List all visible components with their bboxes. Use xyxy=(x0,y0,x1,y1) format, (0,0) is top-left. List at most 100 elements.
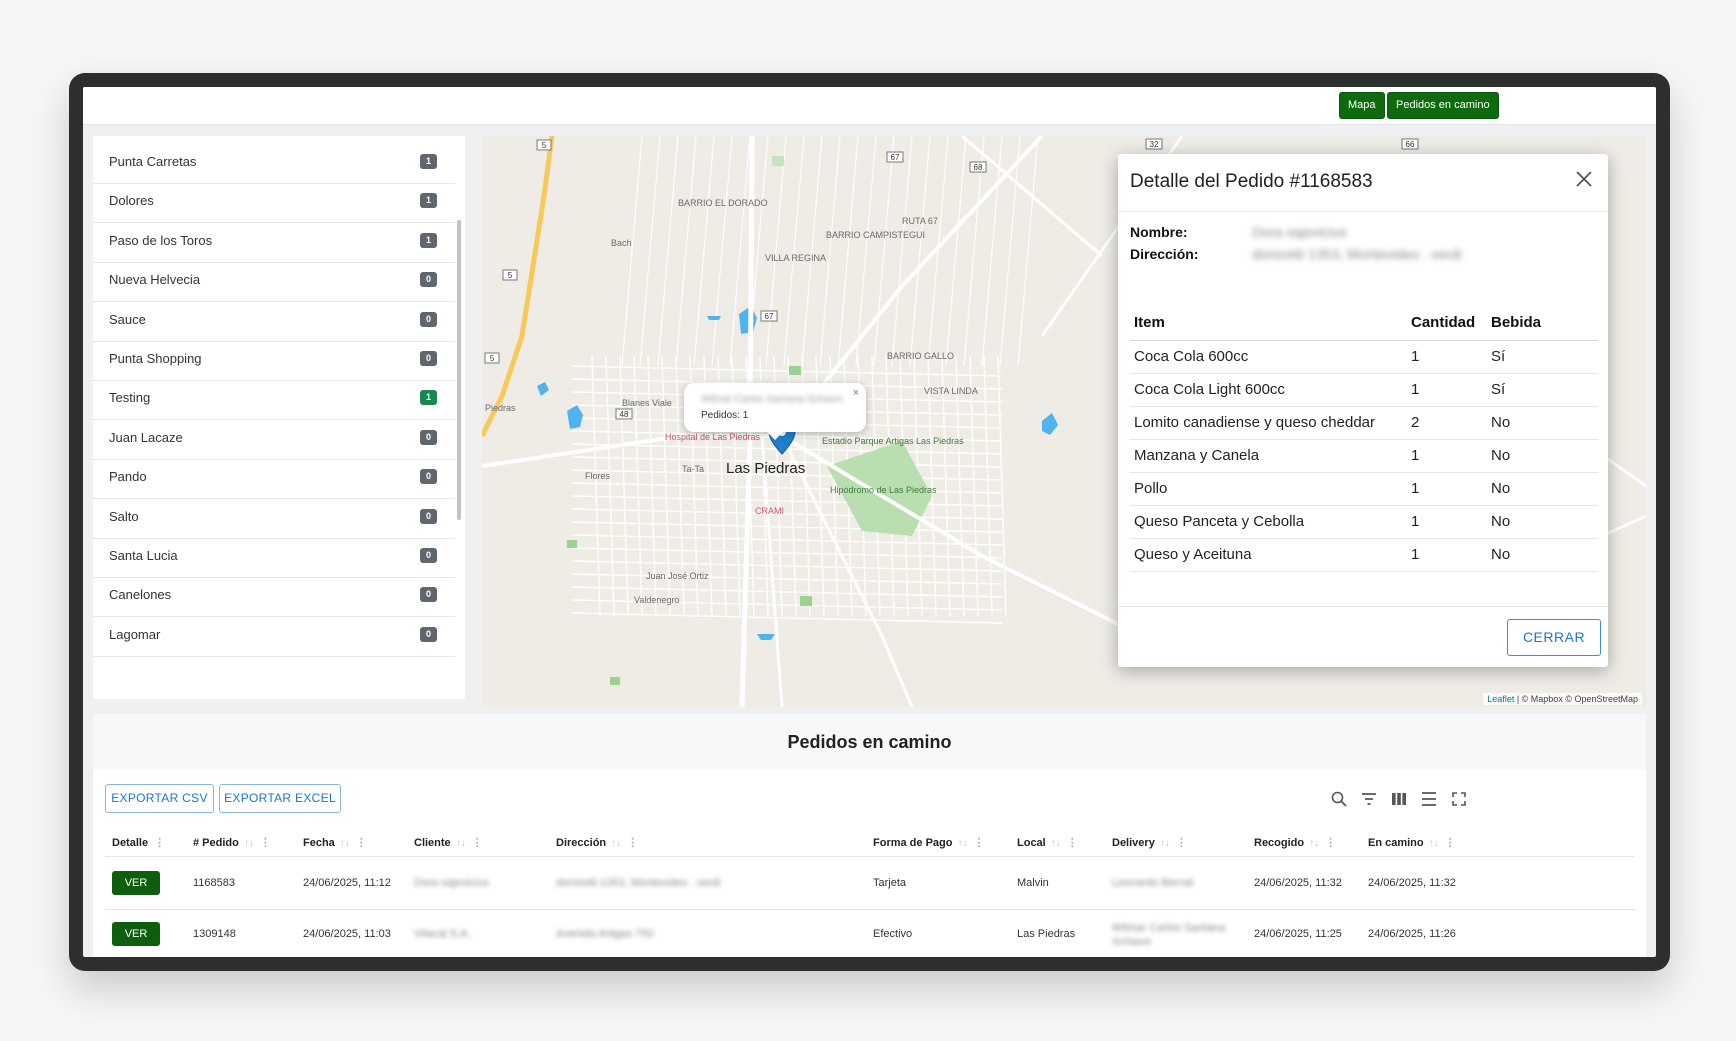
sort-icon[interactable]: ↑↓ xyxy=(456,838,466,849)
nombre-label: Nombre: xyxy=(1130,224,1188,240)
search-icon[interactable] xyxy=(1330,790,1348,808)
cell-local: Las Piedras xyxy=(1017,928,1076,940)
order-count-badge: 0 xyxy=(420,351,437,366)
nombre-value: Dora sajevicius xyxy=(1252,224,1347,240)
map-label-valdenegro: Valdenegro xyxy=(634,595,680,605)
column-header[interactable]: Local ↑↓ ⋮ xyxy=(1017,836,1078,849)
column-menu-icon[interactable]: ⋮ xyxy=(1445,837,1456,849)
column-header[interactable]: En camino ↑↓ ⋮ xyxy=(1368,836,1456,849)
popup-tip xyxy=(766,431,784,440)
local-list-sidebar[interactable]: Punta Carretas 1 Dolores 1 Paso de los Tor… xyxy=(93,136,465,699)
popup-close-icon[interactable]: × xyxy=(853,387,859,399)
ver-button[interactable]: VER xyxy=(112,871,160,895)
sidebar-scrollbar[interactable] xyxy=(457,220,461,520)
cell-pedido: 1168583 xyxy=(193,877,236,889)
route-shield: 5 xyxy=(542,141,547,150)
order-item-row: Coca Cola 600cc 1 Sí xyxy=(1130,340,1598,374)
sidebar-item[interactable]: Paso de los Toros 1 xyxy=(93,219,455,263)
sidebar-item-label: Salto xyxy=(109,508,139,524)
map-label-blanes-viale: Blanes Viale xyxy=(622,398,672,408)
column-header-label: # Pedido xyxy=(193,837,239,849)
sidebar-item[interactable]: Sauce 0 xyxy=(93,298,455,342)
cell-cliente: Dora sajevicius xyxy=(414,877,489,889)
col-item: Item xyxy=(1130,306,1407,341)
cell-recogido: 24/06/2025, 11:25 xyxy=(1254,928,1342,940)
column-menu-icon[interactable]: ⋮ xyxy=(356,837,367,849)
column-header-label: Detalle xyxy=(112,837,149,849)
column-header[interactable]: Forma de Pago ↑↓ ⋮ xyxy=(873,836,984,849)
columns-icon[interactable] xyxy=(1390,790,1408,808)
sidebar-item[interactable]: Canelones 0 xyxy=(93,573,455,618)
sidebar-item[interactable]: Lagomar 0 xyxy=(93,613,455,657)
sort-icon[interactable]: ↑↓ xyxy=(957,838,967,849)
column-menu-icon[interactable]: ⋮ xyxy=(1176,837,1187,849)
cerrar-button[interactable]: CERRAR xyxy=(1507,619,1601,656)
mapa-button[interactable]: Mapa xyxy=(1339,92,1385,119)
filter-icon[interactable] xyxy=(1360,790,1378,808)
sidebar-item-label: Canelones xyxy=(109,587,172,603)
sidebar-item-label: Juan Lacaze xyxy=(109,429,183,445)
sort-icon[interactable]: ↑↓ xyxy=(611,838,621,849)
item-name: Coca Cola 600cc xyxy=(1130,340,1407,374)
sort-icon[interactable]: ↑↓ xyxy=(244,838,254,849)
item-cantidad: 2 xyxy=(1407,406,1487,440)
sidebar-item[interactable]: Salto 0 xyxy=(93,495,455,539)
item-name: Manzana y Canela xyxy=(1130,439,1407,473)
sort-icon[interactable]: ↑↓ xyxy=(1309,838,1319,849)
column-menu-icon[interactable]: ⋮ xyxy=(973,837,984,849)
sort-icon[interactable]: ↑↓ xyxy=(340,838,350,849)
export-csv-button[interactable]: EXPORTAR CSV xyxy=(105,784,214,813)
map-label-barrio-campistegui: BARRIO CAMPISTEGUI xyxy=(826,230,926,240)
cell-local: Malvin xyxy=(1017,877,1049,889)
direccion-label: Dirección: xyxy=(1130,246,1199,262)
ver-button[interactable]: VER xyxy=(112,922,160,946)
sidebar-item[interactable]: Testing 1 xyxy=(93,376,455,421)
sort-icon[interactable]: ↑↓ xyxy=(1051,838,1061,849)
sidebar-item[interactable]: Juan Lacaze 0 xyxy=(93,416,455,460)
leaflet-link[interactable]: Leaflet xyxy=(1487,694,1514,704)
column-header[interactable]: Detalle ⋮ xyxy=(112,836,165,849)
item-bebida: No xyxy=(1487,472,1598,506)
order-item-row: Manzana y Canela 1 No xyxy=(1130,439,1598,473)
sidebar-item[interactable]: Santa Lucia 0 xyxy=(93,534,455,578)
column-menu-icon[interactable]: ⋮ xyxy=(627,837,638,849)
sidebar-item[interactable]: Punta Carretas 1 xyxy=(93,140,455,184)
sidebar-item[interactable]: Punta Shopping 0 xyxy=(93,337,455,381)
order-count-badge: 0 xyxy=(420,587,437,603)
column-header[interactable]: Fecha ↑↓ ⋮ xyxy=(303,836,367,849)
export-excel-button[interactable]: EXPORTAR EXCEL xyxy=(219,784,341,813)
map-attribution: Leaflet | © Mapbox © OpenStreetMap xyxy=(1483,693,1642,705)
column-menu-icon[interactable]: ⋮ xyxy=(154,837,165,849)
device-frame: Mapa Pedidos en camino Punta Carretas 1D… xyxy=(69,73,1670,971)
column-header[interactable]: Recogido ↑↓ ⋮ xyxy=(1254,836,1336,849)
column-menu-icon[interactable]: ⋮ xyxy=(260,837,271,849)
sidebar-item[interactable]: Dolores 1 xyxy=(93,179,455,224)
map-label-villa-regina: VILLA REGINA xyxy=(765,253,827,263)
route-shield: 67 xyxy=(891,153,900,162)
item-name: Queso y Aceituna xyxy=(1130,538,1407,572)
density-icon[interactable] xyxy=(1420,790,1438,808)
sidebar-item[interactable]: Nueva Helvecia 0 xyxy=(93,258,455,303)
sidebar-item-label: Sauce xyxy=(109,311,146,327)
sidebar-item-label: Lagomar xyxy=(109,626,161,642)
close-icon[interactable] xyxy=(1572,167,1596,191)
pedidos-en-camino-button[interactable]: Pedidos en camino xyxy=(1387,92,1499,119)
column-header[interactable]: Cliente ↑↓ ⋮ xyxy=(414,836,483,849)
sidebar-item-label: Santa Lucia xyxy=(109,548,178,563)
sidebar-item-label: Paso de los Toros xyxy=(109,232,213,248)
sort-icon[interactable]: ↑↓ xyxy=(1429,838,1439,849)
column-menu-icon[interactable]: ⋮ xyxy=(1067,837,1078,849)
column-header[interactable]: # Pedido ↑↓ ⋮ xyxy=(193,836,271,849)
column-header[interactable]: Delivery ↑↓ ⋮ xyxy=(1112,836,1187,849)
column-menu-icon[interactable]: ⋮ xyxy=(1325,837,1336,849)
column-header[interactable]: Dirección ↑↓ ⋮ xyxy=(556,836,638,849)
item-cantidad: 1 xyxy=(1407,472,1487,506)
fullscreen-icon[interactable] xyxy=(1450,790,1468,808)
map-label-piedras: Piedras xyxy=(485,403,516,413)
column-menu-icon[interactable]: ⋮ xyxy=(472,837,483,849)
sidebar-item-label: Dolores xyxy=(109,193,154,209)
order-item-row: Queso Panceta y Cebolla 1 No xyxy=(1130,505,1598,539)
sort-icon[interactable]: ↑↓ xyxy=(1160,838,1170,849)
order-items-table: Item Cantidad Bebida Coca Cola 600cc 1 S… xyxy=(1130,306,1598,572)
sidebar-item[interactable]: Pando 0 xyxy=(93,455,455,500)
